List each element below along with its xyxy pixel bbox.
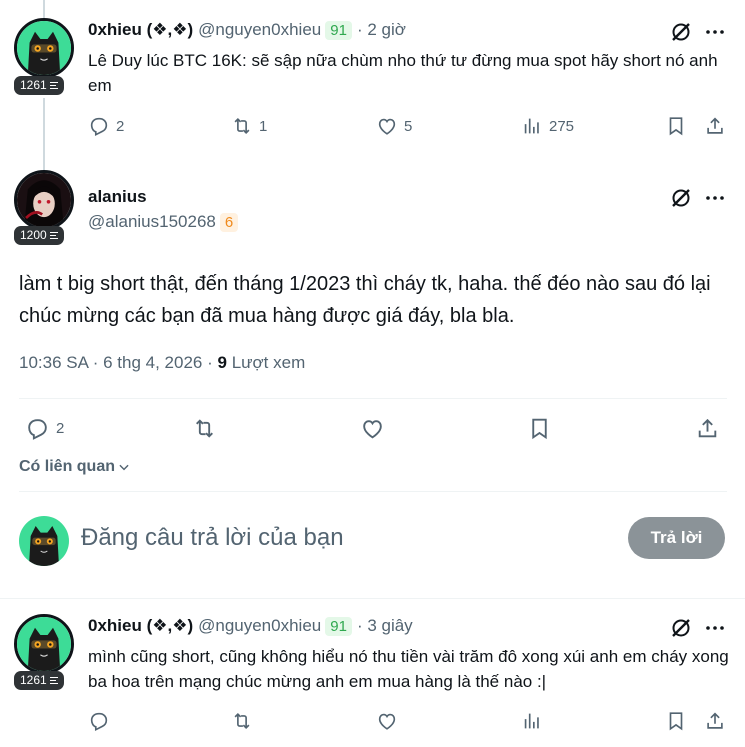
reply-count: 2 xyxy=(56,420,65,437)
repost-count: 1 xyxy=(259,117,268,135)
views-label: Lượt xem xyxy=(231,353,306,372)
level-badge: 1261 xyxy=(14,76,64,95)
post-text: Lê Duy lúc BTC 16K: sẽ sập nữa chùm nho … xyxy=(88,51,718,95)
post-header: 0xhieu (❖,❖) @nguyen0xhieu 91 · 3 giây xyxy=(88,616,413,636)
post-timestamp[interactable]: 10:36 SA · 6 thg 4, 2026 · xyxy=(19,353,213,372)
post-header: 0xhieu (❖,❖) @nguyen0xhieu 91 · 2 giờ xyxy=(88,20,406,40)
reply-button[interactable]: 2 xyxy=(25,416,64,441)
bars-icon xyxy=(49,81,58,90)
avatar[interactable] xyxy=(19,516,69,566)
avatar[interactable] xyxy=(14,170,74,230)
divider xyxy=(0,598,745,599)
author-name[interactable]: 0xhieu (❖,❖) xyxy=(88,616,193,636)
level-badge: 1261 xyxy=(14,671,64,690)
reply-submit-button[interactable]: Trả lời xyxy=(628,517,725,559)
avatar[interactable] xyxy=(14,614,74,674)
reply-icon xyxy=(88,115,110,137)
reply-input[interactable]: Đăng câu trả lời của bạn xyxy=(81,524,344,552)
bars-icon xyxy=(49,676,58,685)
profile-photo xyxy=(17,173,71,227)
related-dropdown[interactable]: Có liên quan xyxy=(19,458,131,476)
post-time[interactable]: · 2 giờ xyxy=(357,20,406,40)
post-text: mình cũng short, cũng không hiểu nó thu … xyxy=(88,647,729,691)
more-icon[interactable] xyxy=(703,186,727,210)
author-handle[interactable]: @nguyen0xhieu xyxy=(198,616,321,636)
more-icon[interactable] xyxy=(703,616,727,640)
like-button[interactable]: 5 xyxy=(376,115,412,137)
like-icon[interactable] xyxy=(376,710,398,732)
level-number: 1261 xyxy=(20,673,47,687)
author-handle[interactable]: @alanius150268 xyxy=(88,212,216,232)
views-count: 275 xyxy=(549,117,575,135)
reply-button[interactable]: 2 xyxy=(88,115,124,137)
views-button[interactable]: 275 xyxy=(521,115,574,137)
like-icon[interactable] xyxy=(360,416,385,441)
like-count: 5 xyxy=(404,117,413,135)
reply-count: 2 xyxy=(116,117,125,135)
like-icon xyxy=(376,115,398,137)
post-time[interactable]: · 3 giây xyxy=(357,616,413,636)
level-badge: 1200 xyxy=(14,226,64,245)
divider xyxy=(19,491,727,492)
grok-icon[interactable] xyxy=(669,20,693,44)
bookmark-icon[interactable] xyxy=(527,416,552,441)
level-number: 1261 xyxy=(20,78,47,92)
cat-avatar-image xyxy=(17,617,71,671)
thread-line-top xyxy=(43,0,45,18)
repost-icon[interactable] xyxy=(192,416,217,441)
post-meta: 10:36 SA · 6 thg 4, 2026 · 9 Lượt xem xyxy=(19,353,305,373)
cat-avatar-image xyxy=(19,516,69,566)
cat-avatar-image xyxy=(17,21,71,75)
score-badge: 6 xyxy=(219,212,239,232)
share-icon[interactable] xyxy=(695,416,720,441)
share-icon[interactable] xyxy=(704,115,726,137)
author-name[interactable]: alanius xyxy=(88,187,147,207)
views-icon[interactable] xyxy=(521,710,543,732)
grok-icon[interactable] xyxy=(669,186,693,210)
thread-line-connector xyxy=(43,98,45,170)
author-name[interactable]: 0xhieu (❖,❖) xyxy=(88,20,193,40)
repost-button[interactable]: 1 xyxy=(231,115,267,137)
divider xyxy=(19,398,727,399)
author-handle[interactable]: @nguyen0xhieu xyxy=(198,20,321,40)
bars-icon xyxy=(49,231,58,240)
repost-icon xyxy=(231,115,253,137)
level-number: 1200 xyxy=(20,228,47,242)
repost-icon[interactable] xyxy=(231,710,253,732)
author-handle-row: @alanius150268 6 xyxy=(88,212,239,232)
chevron-down-icon xyxy=(119,464,129,471)
related-label: Có liên quan xyxy=(19,458,115,475)
grok-icon[interactable] xyxy=(669,616,693,640)
bookmark-icon[interactable] xyxy=(665,115,687,137)
views-icon xyxy=(521,115,543,137)
score-badge: 91 xyxy=(325,616,352,636)
reply-icon xyxy=(25,416,50,441)
more-icon[interactable] xyxy=(703,20,727,44)
post-text: làm t big short thật, đến tháng 1/2023 t… xyxy=(19,273,711,327)
views-count: 9 xyxy=(217,353,227,372)
share-icon[interactable] xyxy=(704,710,726,732)
score-badge: 91 xyxy=(325,20,352,40)
bookmark-icon[interactable] xyxy=(665,710,687,732)
avatar[interactable] xyxy=(14,18,74,78)
reply-icon[interactable] xyxy=(88,710,110,732)
